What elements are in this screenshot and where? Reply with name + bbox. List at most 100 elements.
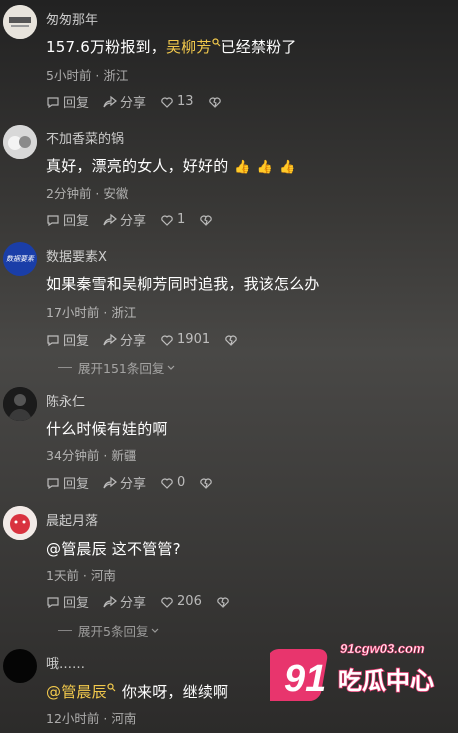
username[interactable]: 晨起月落: [46, 510, 98, 529]
comment-meta: 17小时前 · 浙江: [46, 305, 137, 320]
comment-actions: 回复 分享 206: [46, 592, 247, 611]
expand-replies-button[interactable]: 展开151条回复: [58, 358, 176, 377]
username[interactable]: 数据要素X: [46, 246, 107, 265]
share-button[interactable]: 分享: [103, 210, 146, 229]
avatar-image: [3, 506, 37, 540]
avatar[interactable]: [3, 649, 37, 683]
thumbs-up-icon: 👍: [279, 160, 296, 175]
username[interactable]: 不加香菜的锅: [46, 128, 124, 147]
dislike-button[interactable]: [224, 333, 241, 347]
heart-icon: [161, 478, 173, 489]
share-label: 分享: [120, 96, 147, 111]
comment-meta: 12小时前 · 河南: [46, 711, 137, 726]
reply-label: 回复: [63, 596, 90, 611]
divider-line: [58, 367, 72, 368]
expand-replies-button[interactable]: 展开5条回复: [58, 621, 160, 640]
dislike-button[interactable]: [199, 213, 216, 227]
watermark-number: 91: [284, 658, 326, 700]
reply-button[interactable]: 回复: [46, 92, 89, 111]
share-icon: [103, 333, 117, 345]
reply-button[interactable]: 回复: [46, 473, 89, 492]
share-label: 分享: [120, 214, 147, 229]
reply-label: 回复: [63, 477, 90, 492]
like-button[interactable]: 13: [160, 94, 194, 109]
comment-text-part: 157.6万粉报到，: [46, 38, 166, 56]
comment-text: @管晨辰 这不管管?: [46, 540, 181, 558]
thumbs-up-icon: 👍: [256, 160, 274, 175]
broken-heart-icon: [217, 597, 229, 608]
like-count: 13: [177, 94, 194, 109]
comment-text: 真好，漂亮的女人，好好的 👍 👍 👍: [46, 155, 296, 176]
comment-meta: 5小时前 · 浙江: [46, 68, 129, 83]
avatar-image: [3, 125, 37, 159]
comment-meta: 1天前 · 河南: [46, 568, 116, 583]
chevron-down-icon: [167, 365, 175, 370]
watermark-graphic: 91 91cgw03.com 吃瓜中心: [261, 641, 435, 701]
share-label: 分享: [120, 334, 147, 349]
share-label: 分享: [120, 477, 147, 492]
avatar[interactable]: [3, 125, 37, 159]
comment-actions: 回复 分享 0: [46, 473, 230, 492]
watermark-name: 吃瓜中心: [338, 667, 434, 695]
share-button[interactable]: 分享: [103, 330, 146, 349]
like-button[interactable]: 1901: [160, 332, 210, 347]
dislike-button[interactable]: [208, 95, 225, 109]
broken-heart-icon: [200, 215, 213, 226]
username[interactable]: 匆匆那年: [46, 9, 98, 28]
divider-line: [58, 630, 72, 631]
comment-meta: 34分钟前 · 新疆: [46, 448, 137, 463]
avatar[interactable]: [3, 506, 37, 540]
share-icon: [103, 595, 117, 607]
watermark-logo: 91 91cgw03.com 吃瓜中心: [261, 631, 450, 711]
username[interactable]: 陈永仁: [46, 391, 85, 410]
heart-icon: [161, 335, 173, 346]
share-label: 分享: [120, 596, 147, 611]
share-icon: [103, 476, 117, 488]
reply-icon: [47, 477, 59, 489]
comment-text-part: 你来呀，继续啊: [121, 683, 229, 701]
expand-replies-label: 展开5条回复: [78, 624, 149, 639]
mention-link[interactable]: @管晨辰: [46, 683, 107, 701]
avatar-image: [3, 5, 37, 39]
avatar[interactable]: 数据要素: [3, 242, 37, 276]
comment-actions: 回复 分享 13: [46, 92, 239, 111]
comment-meta: 2分钟前 · 安徽: [46, 186, 129, 201]
reply-label: 回复: [63, 214, 90, 229]
mention-link[interactable]: 吴柳芳: [166, 38, 212, 56]
like-count: 1: [177, 212, 186, 227]
comment-text: 什么时候有娃的啊: [46, 420, 168, 438]
search-icon: [107, 683, 116, 692]
broken-heart-icon: [225, 335, 237, 346]
reply-button[interactable]: 回复: [46, 592, 89, 611]
share-button[interactable]: 分享: [103, 473, 146, 492]
like-button[interactable]: 1: [160, 212, 185, 227]
reply-label: 回复: [63, 96, 90, 111]
reply-button[interactable]: 回复: [46, 330, 89, 349]
heart-icon: [161, 597, 173, 608]
reply-icon: [47, 596, 59, 608]
avatar[interactable]: [3, 387, 37, 421]
username[interactable]: 哦……: [46, 653, 85, 672]
thumbs-up-icon: 👍: [234, 160, 251, 175]
share-icon: [103, 95, 117, 107]
avatar[interactable]: [3, 5, 37, 39]
watermark-url: 91cgw03.com: [340, 641, 425, 656]
share-button[interactable]: 分享: [103, 592, 146, 611]
like-count: 206: [177, 594, 202, 609]
dislike-button[interactable]: [199, 476, 216, 490]
reply-button[interactable]: 回复: [46, 210, 89, 229]
avatar-text: 数据要素: [6, 255, 34, 263]
comment-text: @管晨辰 你来呀，继续啊: [46, 681, 228, 702]
like-button[interactable]: 206: [160, 594, 202, 609]
like-button[interactable]: 0: [160, 475, 185, 490]
share-button[interactable]: 分享: [103, 92, 146, 111]
avatar-image: [3, 387, 37, 421]
dislike-button[interactable]: [216, 595, 233, 609]
chevron-down-icon: [152, 628, 159, 633]
comment-text: 157.6万粉报到，吴柳芳 已经禁粉了: [46, 36, 297, 57]
reply-icon: [47, 96, 59, 108]
share-icon: [103, 213, 117, 225]
comment-actions: 回复 分享 1: [46, 210, 230, 229]
search-icon: [211, 38, 220, 47]
reply-icon: [47, 214, 59, 226]
